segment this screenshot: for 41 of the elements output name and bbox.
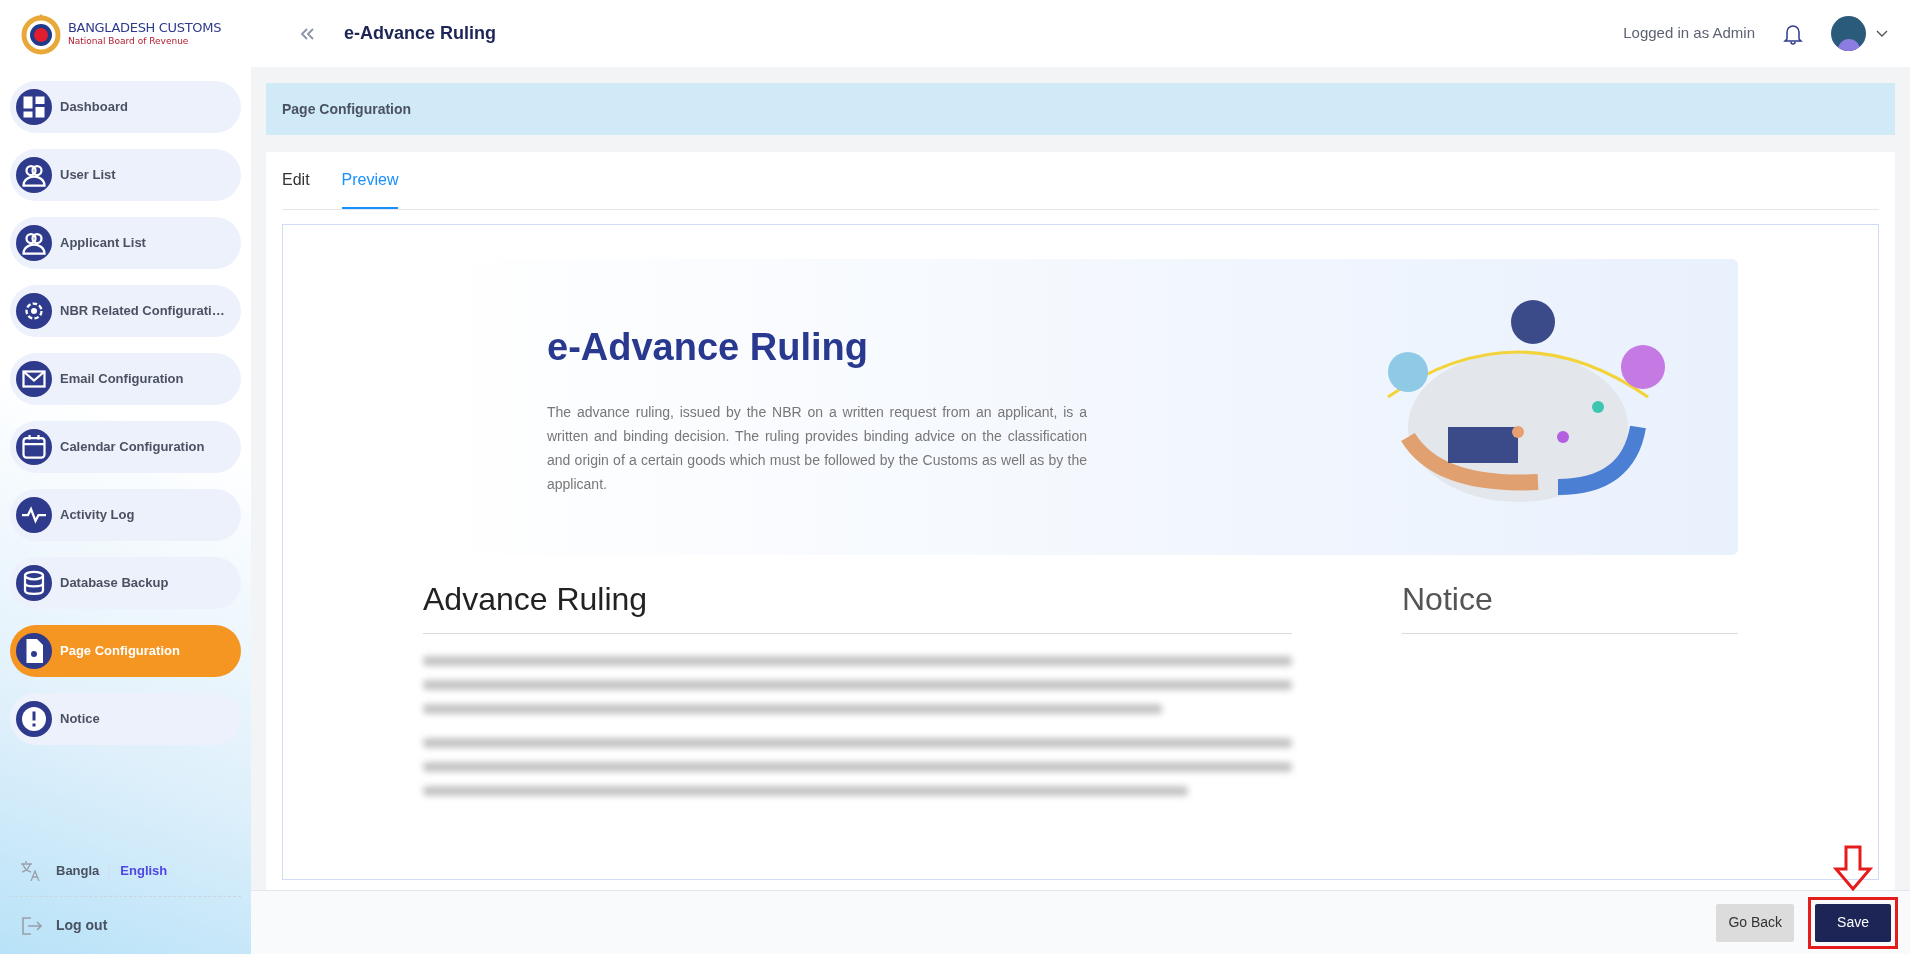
section-heading: Notice	[1402, 575, 1738, 634]
logo-subtitle: National Board of Revenue	[68, 36, 190, 48]
hero-title: e-Advance Ruling	[547, 324, 869, 370]
exclamation-icon	[16, 701, 52, 737]
sidebar-item[interactable]: Notice	[10, 693, 241, 745]
sidebar-item[interactable]: Email Configuration	[10, 353, 241, 405]
users-icon	[16, 225, 52, 261]
page-title: e-Advance Ruling	[344, 22, 497, 45]
user-label: Logged in as Admin	[1623, 23, 1755, 44]
translate-icon	[20, 860, 42, 882]
arrow-down-icon	[1833, 844, 1874, 891]
database-icon	[16, 565, 52, 601]
gear-icon	[16, 293, 52, 329]
sidebar-item[interactable]: Applicant List	[10, 217, 241, 269]
section-heading: Advance Ruling	[423, 575, 1292, 634]
sidebar-item[interactable]: Dashboard	[10, 81, 241, 133]
collapse-icon[interactable]	[300, 27, 314, 40]
back-button[interactable]: Go Back	[1716, 903, 1795, 942]
chevron-down-icon[interactable]	[1876, 29, 1888, 38]
bell-icon[interactable]	[1783, 22, 1803, 45]
logout-link[interactable]: Log out	[56, 915, 108, 936]
sidebar-item[interactable]: NBR Related Configurati…	[10, 285, 241, 337]
hero-paragraph: The advance ruling, issued by the NBR on a written request from an applicant, is a written and binding decision. The ruling provides binding advice on the classification and origin of a certain goods which must be followed by the Customs as well as by the applicant.	[547, 402, 1087, 494]
pulse-icon	[16, 497, 52, 533]
save-button[interactable]: Save	[1815, 903, 1891, 942]
tab[interactable]: Edit	[282, 152, 310, 209]
sidebar-item[interactable]: Calendar Configuration	[10, 421, 241, 473]
document-gear-icon	[16, 633, 52, 669]
dashboard-icon	[16, 89, 52, 125]
sidebar-item[interactable]: User List	[10, 149, 241, 201]
sidebar-item[interactable]: Activity Log	[10, 489, 241, 541]
language-option[interactable]: Bangla	[56, 861, 100, 881]
sidebar-item[interactable]: Database Backup	[10, 557, 241, 609]
customs-emblem-icon	[20, 12, 62, 55]
language-option[interactable]: English	[120, 861, 168, 881]
calendar-icon	[16, 429, 52, 465]
avatar[interactable]	[1831, 16, 1866, 51]
envelope-icon	[16, 361, 52, 397]
users-icon	[16, 157, 52, 193]
logo-title: BANGLADESH CUSTOMS	[68, 19, 222, 36]
section-title: Page Configuration	[282, 99, 412, 119]
